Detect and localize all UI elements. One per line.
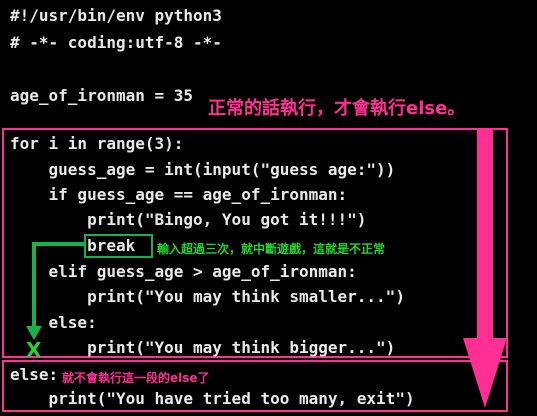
print-bingo-line: print("Bingo, You got it!!!")	[10, 210, 367, 229]
else-inner-line: else:	[10, 313, 97, 332]
shebang-line: #!/usr/bin/env python3	[10, 6, 222, 25]
coding-line: # -*- coding:utf-8 -*-	[10, 33, 222, 52]
age-assignment-line: age_of_ironman = 35	[10, 86, 194, 105]
normal-exec-arrow-shaft	[477, 130, 493, 360]
elif-line: elif guess_age > age_of_ironman:	[10, 262, 357, 281]
code-screenshot: #!/usr/bin/env python3 # -*- coding:utf-…	[0, 0, 537, 416]
print-exit-line: print("You have tried too many, exit")	[10, 389, 415, 408]
x-mark: X	[26, 338, 42, 362]
else-outer-line: else:	[10, 365, 59, 384]
normal-exec-note: 正常的話執行，才會執行else。	[208, 98, 466, 119]
guess-age-line: guess_age = int(input("guess age:"))	[10, 160, 396, 179]
print-smaller-line: print("You may think smaller...")	[10, 287, 405, 306]
break-line: break	[10, 236, 136, 255]
for-line: for i in range(3):	[10, 134, 184, 153]
if-line: if guess_age == age_of_ironman:	[10, 185, 348, 204]
normal-exec-arrow-head	[463, 338, 507, 408]
break-note: 輸入超過三次，就中斷遊戲，這就是不正常	[157, 242, 386, 256]
else-note: 就不會執行這一段的else了	[62, 371, 210, 385]
print-bigger-line: print("You may think bigger...")	[10, 338, 396, 357]
